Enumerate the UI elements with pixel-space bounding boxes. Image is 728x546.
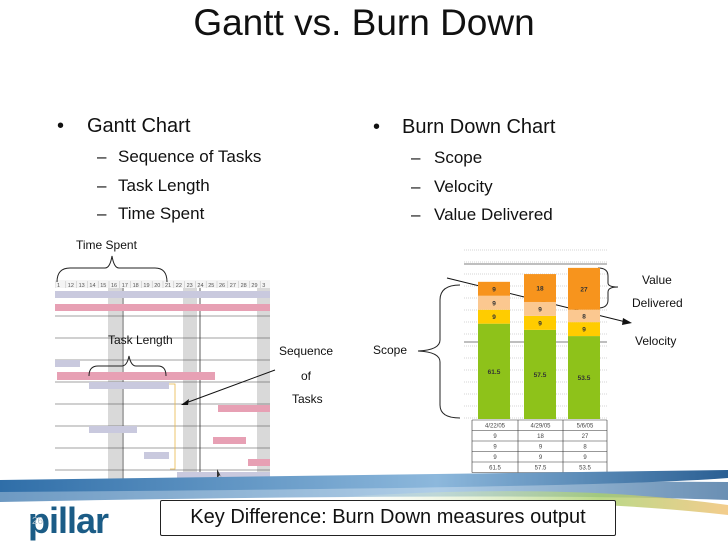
bar-data-label: 9 — [492, 286, 496, 293]
value-delivered-label: Delivered — [632, 296, 683, 310]
bar-data-label: 27 — [580, 286, 588, 293]
bar-data-label: 53.5 — [578, 375, 591, 382]
bar-data-label: 9 — [492, 314, 496, 321]
scope-label: Scope — [373, 343, 408, 357]
table-cell: 9 — [583, 455, 587, 461]
table-cell: 18 — [537, 434, 544, 440]
table-date-label: 4/22/05 — [485, 424, 506, 430]
table-cell: 9 — [539, 445, 543, 451]
key-difference-scroll: Key Difference: Burn Down measures outpu… — [160, 500, 616, 536]
bar-data-label: 57.5 — [534, 372, 547, 379]
table-cell: 9 — [493, 455, 497, 461]
sequence-arrow — [182, 369, 276, 405]
bar-data-label: 61.5 — [488, 369, 501, 376]
arrowhead-icon — [181, 399, 189, 405]
bar-data-label: 9 — [538, 306, 542, 313]
bar-data-label: 8 — [582, 313, 586, 320]
page-number: 26 — [32, 516, 44, 527]
task-length-brace — [88, 355, 167, 377]
table-cell: 9 — [493, 445, 497, 451]
table-date-label: 5/6/05 — [577, 424, 594, 430]
time-spent-brace — [56, 255, 168, 283]
table-cell: 8 — [583, 445, 587, 451]
table-cell: 27 — [582, 434, 589, 440]
table-cell: 9 — [539, 455, 543, 461]
burn-down-chart: 61.5 9 9 9 57.5 9 9 18 53.5 9 8 27 4/22/05 4/29/05 5/6… — [464, 249, 608, 473]
bar-data-label: 18 — [536, 286, 544, 293]
velocity-label: Velocity — [635, 334, 677, 348]
table-cell: 9 — [493, 434, 497, 440]
bar-data-label: 9 — [538, 320, 542, 327]
table-date-label: 4/29/05 — [530, 424, 551, 430]
bar-data-label: 9 — [582, 327, 586, 334]
bar-data-label: 9 — [492, 300, 496, 307]
value-delivered-label: Value — [642, 273, 672, 287]
